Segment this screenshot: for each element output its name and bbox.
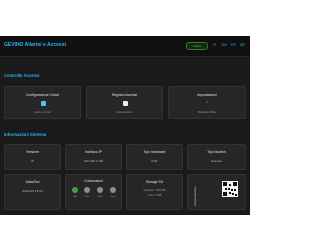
modem-card: Tipo Modem Assente	[187, 144, 246, 170]
storage-label: Storage SD	[145, 180, 164, 184]
qr-code	[222, 181, 238, 197]
storage-capacity: Capacità: 7935 MB	[143, 189, 166, 192]
modem-value: Assente	[211, 159, 222, 163]
versione-card: Versione f5	[4, 144, 61, 170]
cloud-status-dot	[110, 187, 116, 193]
connessioni-card: Connessioni LAN Wi-Fi GSM Cloud	[65, 174, 122, 210]
impostazioni-card[interactable]: Impostazioni 0 Modalità Offline	[168, 86, 246, 119]
versione-value: f5	[31, 159, 34, 163]
gsm-status-dot	[97, 187, 103, 193]
modem-label: Tipo Modem	[207, 150, 226, 154]
ip-card: Indirizzo IP 192.168.1.138	[65, 144, 122, 170]
config-chiavi-label: Configurazione Chiavi	[25, 93, 60, 97]
versione-label: Versione	[25, 150, 40, 154]
ip-value: 192.168.1.138	[83, 159, 104, 163]
registro-accessi-card[interactable]: Registro Accessi Consultazione	[86, 86, 163, 119]
config-chiavi-card[interactable]: Configurazione Chiavi Carta e Codici	[4, 86, 81, 119]
language-it-link[interactable]: IT	[213, 43, 216, 47]
registro-accessi-sub: Consultazione	[116, 111, 133, 114]
language-fr-link[interactable]: FR	[231, 43, 236, 47]
wifi-status-dot	[84, 187, 90, 193]
cloud-label: Cloud	[110, 196, 116, 198]
lan-status-dot	[72, 187, 78, 193]
connessioni-label: Connessioni	[84, 179, 103, 183]
log-icon	[123, 101, 128, 106]
data-ora-card: Data/Ora 04/12/23 15:02	[4, 174, 61, 210]
config-chiavi-sub: Carta e Codici	[34, 111, 51, 114]
hardware-card: Tipo Hardware FHP	[126, 144, 183, 170]
hardware-value: FHP	[151, 159, 158, 163]
top-bar: GEVINO Allarmi e Accessi Online IT EN FR…	[0, 36, 250, 57]
status-badge: Online	[186, 42, 208, 50]
impostazioni-value: 0	[206, 100, 208, 104]
app-title: GEVINO Allarmi e Accessi	[4, 42, 66, 48]
controllo-accessi-title: Controllo Accessi	[4, 73, 40, 78]
wifi-label: Wi-Fi	[84, 196, 90, 198]
data-ora-label: Data/Ora	[25, 180, 40, 184]
storage-card: Storage SD Capacità: 7935 MB Liberi: 6 M…	[126, 174, 183, 210]
storage-free: Liberi: 6 MB	[147, 194, 162, 197]
remote-access-card[interactable]: Accesso Remoto	[187, 174, 246, 210]
key-icon	[41, 101, 46, 106]
data-ora-value: 04/12/23 15:02	[22, 189, 43, 193]
language-en-link[interactable]: EN	[222, 43, 227, 47]
impostazioni-label: Impostazioni	[197, 93, 217, 97]
app-window: GEVINO Allarmi e Accessi Online IT EN FR…	[0, 36, 250, 215]
ip-label: Indirizzo IP	[85, 150, 102, 154]
gsm-label: GSM	[97, 196, 103, 198]
informazioni-sistema-title: Informazioni Sistema	[4, 132, 47, 137]
hardware-label: Tipo Hardware	[143, 150, 166, 154]
remote-access-label: Accesso Remoto	[194, 186, 197, 206]
impostazioni-sub: Modalità Offline	[198, 111, 216, 114]
registro-accessi-label: Registro Accessi	[111, 93, 138, 97]
language-de-link[interactable]: DE	[240, 43, 245, 47]
